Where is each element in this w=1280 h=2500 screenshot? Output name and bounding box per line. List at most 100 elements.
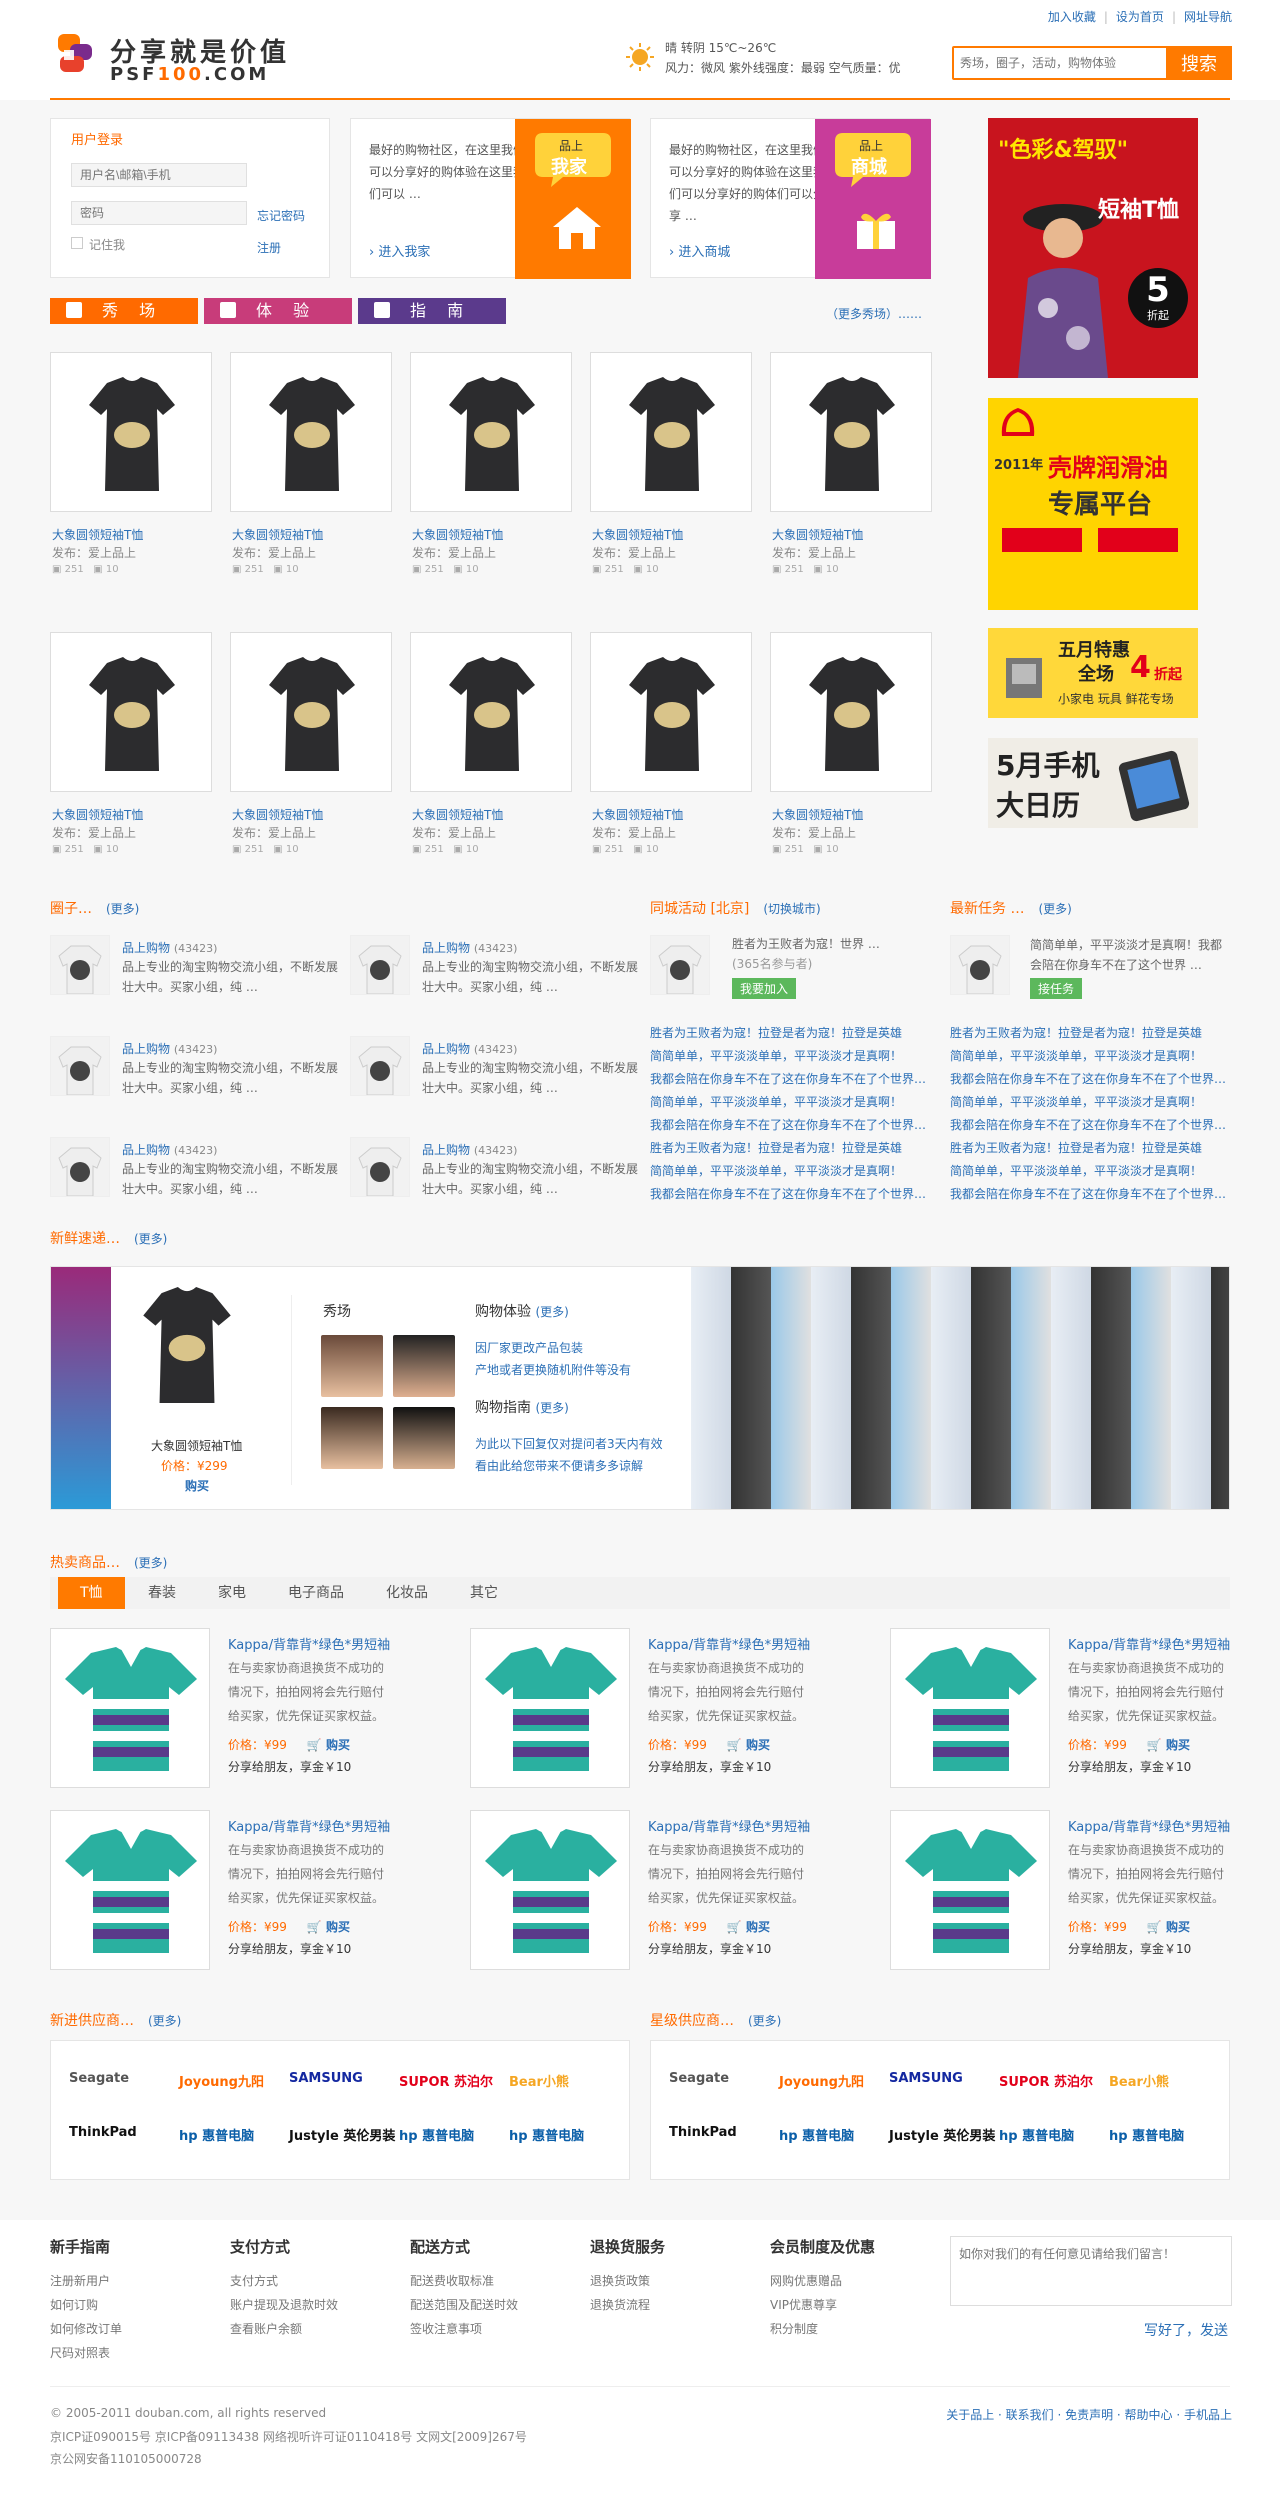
- product-image[interactable]: [50, 352, 212, 512]
- circle-name[interactable]: 品上购物 (43423): [122, 1040, 217, 1057]
- footer-link[interactable]: 查看账户余额: [230, 2317, 400, 2341]
- supplier-logo[interactable]: hp 惠普电脑: [509, 2125, 584, 2144]
- supplier-logo[interactable]: Joyoung九阳: [179, 2071, 264, 2090]
- supplier-logo[interactable]: Seagate: [669, 2071, 729, 2086]
- show-avatar[interactable]: [393, 1335, 455, 1397]
- buy-button[interactable]: 🛒 购买: [307, 1920, 350, 1934]
- product-card[interactable]: 大象圆领短袖T恤 发布：爱上品上 ▣ 251 ▣ 10: [770, 632, 932, 855]
- circle-name[interactable]: 品上购物 (43423): [422, 1040, 517, 1057]
- show-avatar[interactable]: [393, 1407, 455, 1469]
- circle-name[interactable]: 品上购物 (43423): [122, 939, 217, 956]
- hot-product-image[interactable]: [50, 1810, 210, 1970]
- topic-link[interactable]: 我都会陪在你身车不在了这在你身车不在了个世界…: [950, 1114, 1230, 1137]
- remember-checkbox[interactable]: [71, 237, 83, 249]
- join-activity-button[interactable]: 我要加入: [732, 978, 797, 999]
- circle-item[interactable]: 品上购物 (43423) 品上专业的淘宝购物交流小组，不断发展壮大中。买家小组，纯…: [350, 1036, 650, 1096]
- footer-link[interactable]: 退换货流程: [590, 2293, 760, 2317]
- share-link[interactable]: 分享给朋友，享金￥10: [1068, 1758, 1191, 1775]
- supplier-logo[interactable]: SAMSUNG: [889, 2071, 963, 2086]
- circle-avatar[interactable]: [350, 1036, 410, 1096]
- buy-button[interactable]: 🛒 购买: [727, 1738, 770, 1752]
- topic-link[interactable]: 简简单单，平平淡淡单单，平平淡淡才是真啊！: [650, 1160, 930, 1183]
- set-homepage-link[interactable]: 设为首页: [1116, 10, 1164, 24]
- buy-button[interactable]: 🛒 购买: [1147, 1920, 1190, 1934]
- product-image[interactable]: [590, 632, 752, 792]
- topic-link[interactable]: 胜者为王败者为寇！拉登是者为寇！拉登是英雄: [650, 1022, 930, 1045]
- experience-item[interactable]: 因厂家更改产品包装: [475, 1339, 583, 1356]
- share-link[interactable]: 分享给朋友，享金￥10: [228, 1940, 351, 1957]
- circle-item[interactable]: 品上购物 (43423) 品上专业的淘宝购物交流小组，不断发展壮大中。买家小组，纯…: [50, 1036, 350, 1096]
- product-title[interactable]: 大象圆领短袖T恤: [412, 806, 503, 823]
- footer-link[interactable]: 如何订购: [50, 2293, 220, 2317]
- supplier-logo[interactable]: ThinkPad: [69, 2125, 137, 2140]
- hot-product-card[interactable]: Kappa/背靠背*绿色*男短袖 在与卖家协商退换货不成功的情况下，拍拍网将会先行…: [50, 1810, 450, 1970]
- hot-product-image[interactable]: [470, 1628, 630, 1788]
- buy-button[interactable]: 🛒 购买: [307, 1738, 350, 1752]
- hot-product-title[interactable]: Kappa/背靠背*绿色*男短袖: [228, 1816, 390, 1835]
- topic-link[interactable]: 我都会陪在你身车不在了这在你身车不在了个世界…: [650, 1068, 930, 1091]
- hot-product-title[interactable]: Kappa/背靠背*绿色*男短袖: [648, 1634, 810, 1653]
- logo[interactable]: 分享就是价值 PSF100.COM: [56, 32, 306, 85]
- supplier-logo[interactable]: Justyle 英伦男装: [289, 2125, 395, 2144]
- password-field[interactable]: [71, 201, 247, 225]
- guide-item[interactable]: 为此以下回复仅对提问者3天内有效: [475, 1435, 663, 1452]
- hot-product-title[interactable]: Kappa/背靠背*绿色*男短袖: [1068, 1816, 1230, 1835]
- circle-item[interactable]: 品上购物 (43423) 品上专业的淘宝购物交流小组，不断发展壮大中。买家小组，纯…: [350, 1137, 650, 1197]
- share-link[interactable]: 分享给朋友，享金￥10: [1068, 1940, 1191, 1957]
- accept-task-button[interactable]: 接任务: [1030, 978, 1083, 999]
- topic-link[interactable]: 胜者为王败者为寇！拉登是者为寇！拉登是英雄: [950, 1137, 1230, 1160]
- hot-product-card[interactable]: Kappa/背靠背*绿色*男短袖 在与卖家协商退换货不成功的情况下，拍拍网将会先行…: [890, 1628, 1280, 1788]
- supplier-logo[interactable]: Justyle 英伦男装: [889, 2125, 995, 2144]
- enter-mall-link[interactable]: › 进入商城: [669, 241, 730, 260]
- supplier-logo[interactable]: SAMSUNG: [289, 2071, 363, 2086]
- footer-link[interactable]: 配送费收取标准: [410, 2269, 580, 2293]
- fresh-buy-button[interactable]: 购买: [185, 1477, 209, 1494]
- supplier-logo[interactable]: Joyoung九阳: [779, 2071, 864, 2090]
- product-card[interactable]: 大象圆领短袖T恤 发布：爱上品上 ▣ 251 ▣ 10: [770, 352, 932, 575]
- category-tab[interactable]: 化妆品: [386, 1577, 428, 1609]
- topic-link[interactable]: 简简单单，平平淡淡单单，平平淡淡才是真啊！: [950, 1091, 1230, 1114]
- topic-link[interactable]: 我都会陪在你身车不在了这在你身车不在了个世界…: [950, 1068, 1230, 1091]
- topic-link[interactable]: 我都会陪在你身车不在了这在你身车不在了个世界…: [650, 1114, 930, 1137]
- circle-avatar[interactable]: [350, 935, 410, 995]
- category-tab[interactable]: 其它: [470, 1577, 498, 1609]
- footer-link[interactable]: 尺码对照表: [50, 2341, 220, 2365]
- circle-name[interactable]: 品上购物 (43423): [422, 1141, 517, 1158]
- share-link[interactable]: 分享给朋友，享金￥10: [648, 1758, 771, 1775]
- product-card[interactable]: 大象圆领短袖T恤 发布：爱上品上 ▣ 251 ▣ 10: [410, 352, 572, 575]
- tab-show[interactable]: 秀 场: [50, 298, 198, 324]
- site-nav-link[interactable]: 网址导航: [1184, 10, 1232, 24]
- product-card[interactable]: 大象圆领短袖T恤 发布：爱上品上 ▣ 251 ▣ 10: [410, 632, 572, 855]
- guide-item[interactable]: 看由此给您带来不便请多多谅解: [475, 1457, 643, 1474]
- guide-more-link[interactable]: (更多): [535, 1401, 568, 1415]
- footer-link[interactable]: 积分制度: [770, 2317, 940, 2341]
- username-field[interactable]: [71, 163, 247, 187]
- footer-link[interactable]: 如何修改订单: [50, 2317, 220, 2341]
- share-link[interactable]: 分享给朋友，享金￥10: [228, 1758, 351, 1775]
- feedback-textarea[interactable]: [950, 2236, 1232, 2306]
- product-card[interactable]: 大象圆领短袖T恤 发布：爱上品上 ▣ 251 ▣ 10: [590, 352, 752, 575]
- fresh-product-image[interactable]: [137, 1285, 237, 1405]
- ad-tshirt-banner[interactable]: "色彩&驾驭" 短袖T恤 5 折起: [988, 118, 1198, 378]
- circles-more-link[interactable]: (更多): [106, 902, 139, 916]
- hot-product-image[interactable]: [50, 1628, 210, 1788]
- product-image[interactable]: [410, 352, 572, 512]
- category-tab[interactable]: 家电: [218, 1577, 246, 1609]
- tab-guide[interactable]: 指 南: [358, 298, 506, 324]
- ad-phone-calendar-banner[interactable]: 5月手机 大日历: [988, 738, 1198, 828]
- circle-item[interactable]: 品上购物 (43423) 品上专业的淘宝购物交流小组，不断发展壮大中。买家小组，纯…: [50, 935, 350, 995]
- footer-link[interactable]: 支付方式: [230, 2269, 400, 2293]
- hot-product-image[interactable]: [470, 1810, 630, 1970]
- supplier-logo[interactable]: hp 惠普电脑: [779, 2125, 854, 2144]
- category-tab[interactable]: T恤: [58, 1577, 125, 1609]
- ad-shell-banner[interactable]: 2011年 壳牌润滑油 专属平台: [988, 398, 1198, 610]
- circle-avatar[interactable]: [50, 1137, 110, 1197]
- feedback-send-button[interactable]: 写好了，发送: [1144, 2320, 1228, 2340]
- topic-link[interactable]: 简简单单，平平淡淡单单，平平淡淡才是真啊！: [650, 1045, 930, 1068]
- search-button[interactable]: 搜索: [1166, 46, 1232, 80]
- hot-product-image[interactable]: [890, 1810, 1050, 1970]
- product-title[interactable]: 大象圆领短袖T恤: [52, 806, 143, 823]
- topic-link[interactable]: 我都会陪在你身车不在了这在你身车不在了个世界…: [950, 1183, 1230, 1206]
- topic-link[interactable]: 我都会陪在你身车不在了这在你身车不在了个世界…: [650, 1183, 930, 1206]
- product-title[interactable]: 大象圆领短袖T恤: [52, 526, 143, 543]
